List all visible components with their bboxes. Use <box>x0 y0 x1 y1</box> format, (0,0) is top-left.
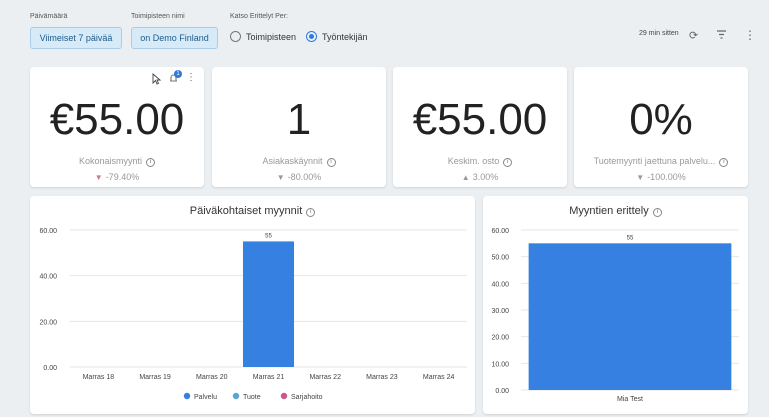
radio-label: Työntekijän <box>322 31 368 42</box>
down-arrow-icon: ▼ <box>276 173 285 182</box>
info-icon[interactable]: i <box>146 158 156 167</box>
daily-sales-chart-card: Päiväkohtaiset myynnit i 0.00 20.00 40.00 60… <box>30 196 475 414</box>
y-tick-label: 0.00 <box>43 365 57 372</box>
y-tick-label: 10.00 <box>491 361 509 368</box>
legend-dot <box>183 392 191 400</box>
daily-sales-chart: 0.00 20.00 40.00 60.00 Marras 18 Marras 19 Mar… <box>39 228 467 401</box>
info-icon[interactable]: i <box>326 158 336 167</box>
last-updated: 29 min sitten <box>639 30 679 37</box>
kpi-label-wrap: Asiakaskäynnit i <box>212 156 386 167</box>
kpi-delta: -100.00% <box>647 172 686 182</box>
notification-badge: 1 <box>174 70 182 78</box>
sales-breakdown-chart: 0.00 10.00 20.00 30.00 40.00 50.00 60.00 55 Mia … <box>491 228 739 403</box>
y-tick-label: 60.00 <box>491 228 509 235</box>
kpi-value: €55.00 <box>49 95 185 144</box>
up-arrow-icon: ▲ <box>461 173 470 182</box>
kpi-delta-wrap: ▲ 3.00% <box>393 172 567 182</box>
radio-dot-selected <box>306 31 317 42</box>
location-filter-label: Toimipisteen nimi <box>131 13 185 20</box>
kpi-delta: 3.00% <box>472 172 499 182</box>
kpi-value: 0% <box>629 95 693 144</box>
kpi-delta: -79.40% <box>105 172 140 182</box>
x-tick-label: Mia Test <box>617 396 643 403</box>
y-tick-label: 20.00 <box>39 319 57 326</box>
legend-dot <box>280 392 288 400</box>
radio-dot <box>230 31 241 42</box>
kpi-delta-wrap: ▼ -100.00% <box>574 172 748 182</box>
filter-bar: Päivämäärä Viimeiset 7 päivää Toimipiste… <box>0 0 769 60</box>
y-tick-label: 40.00 <box>491 281 509 288</box>
more-vert-icon[interactable]: ⋮ <box>744 28 756 42</box>
y-tick-label: 40.00 <box>39 274 57 281</box>
radio-label: Toimipisteen <box>246 31 297 42</box>
x-tick-label: Marras 24 <box>423 374 455 381</box>
kpi-label-wrap: Kokonaismyynti i <box>30 156 204 167</box>
card-menu-icon[interactable]: ⋮ <box>186 72 196 83</box>
kpi-value: €55.00 <box>412 95 548 144</box>
kpi-label: Kokonaismyynti <box>78 156 143 166</box>
kpi-label: Keskim. osto <box>447 156 500 166</box>
x-tick-label: Marras 20 <box>196 374 228 381</box>
legend-dot <box>232 392 240 400</box>
x-tick-label: Marras 18 <box>83 374 115 381</box>
legend-label: Palvelu <box>194 394 217 401</box>
data-label: 55 <box>265 233 272 239</box>
filter-icon[interactable] <box>716 29 727 43</box>
x-tick-label: Marras 19 <box>139 374 171 381</box>
data-label: 55 <box>627 235 634 241</box>
y-tick-label: 0.00 <box>495 388 509 395</box>
radio-tyontekijan[interactable]: Työntekijän <box>306 31 368 42</box>
sales-breakdown-chart-card: Myyntien erittely i 0.00 10.00 20.00 30.00 40… <box>483 196 748 414</box>
cursor-icon <box>152 73 162 88</box>
breakdown-label: Katso Erittelyt Per: <box>230 13 288 20</box>
kpi-card-product-ratio: 0% Tuotemyynti jaettuna palvelu... i ▼ -10… <box>574 67 748 187</box>
kpi-label-wrap: Tuotemyynti jaettuna palvelu... i <box>574 156 748 167</box>
kpi-label: Asiakaskäynnit <box>262 156 323 166</box>
bar <box>528 243 732 390</box>
down-arrow-icon: ▼ <box>636 173 645 182</box>
last-updated-text: 29 min sitten <box>639 30 679 37</box>
kpi-value: 1 <box>286 95 312 144</box>
notification-bell-icon[interactable]: 1 <box>168 70 182 87</box>
kpi-card-visits: 1 Asiakaskäynnit i ▼ -80.00% <box>212 67 386 187</box>
y-tick-label: 30.00 <box>491 308 509 315</box>
date-filter-button[interactable]: Viimeiset 7 päivää <box>30 27 122 49</box>
y-tick-label: 20.00 <box>491 335 509 342</box>
bar <box>242 241 295 367</box>
info-icon[interactable]: i <box>719 158 729 167</box>
legend-label: Tuote <box>243 394 261 401</box>
date-filter-label: Päivämäärä <box>30 13 68 20</box>
info-icon[interactable]: i <box>503 158 513 167</box>
kpi-delta-wrap: ▼ -80.00% <box>212 172 386 182</box>
y-tick-label: 50.00 <box>491 255 509 262</box>
x-tick-label: Marras 23 <box>366 374 398 381</box>
kpi-delta-wrap: ▼ -79.40% <box>30 172 204 182</box>
x-tick-label: Marras 21 <box>253 374 285 381</box>
x-tick-label: Marras 22 <box>309 374 341 381</box>
legend-label: Sarjahoito <box>291 394 323 401</box>
kpi-label-wrap: Keskim. osto i <box>393 156 567 167</box>
radio-toimipisteen[interactable]: Toimipisteen <box>230 31 296 42</box>
kpi-card-avg-purchase: €55.00 Keskim. osto i ▲ 3.00% <box>393 67 567 187</box>
refresh-icon[interactable]: ⟳ <box>689 29 698 42</box>
down-arrow-icon: ▼ <box>94 173 103 182</box>
y-tick-label: 60.00 <box>39 228 57 235</box>
kpi-delta: -80.00% <box>287 172 322 182</box>
kpi-card-total-sales: 1 ⋮ €55.00 Kokonaismyynti i ▼ -79.40% <box>30 67 204 187</box>
kpi-label: Tuotemyynti jaettuna palvelu... <box>593 156 716 166</box>
location-filter-button[interactable]: on Demo Finland <box>131 27 218 49</box>
